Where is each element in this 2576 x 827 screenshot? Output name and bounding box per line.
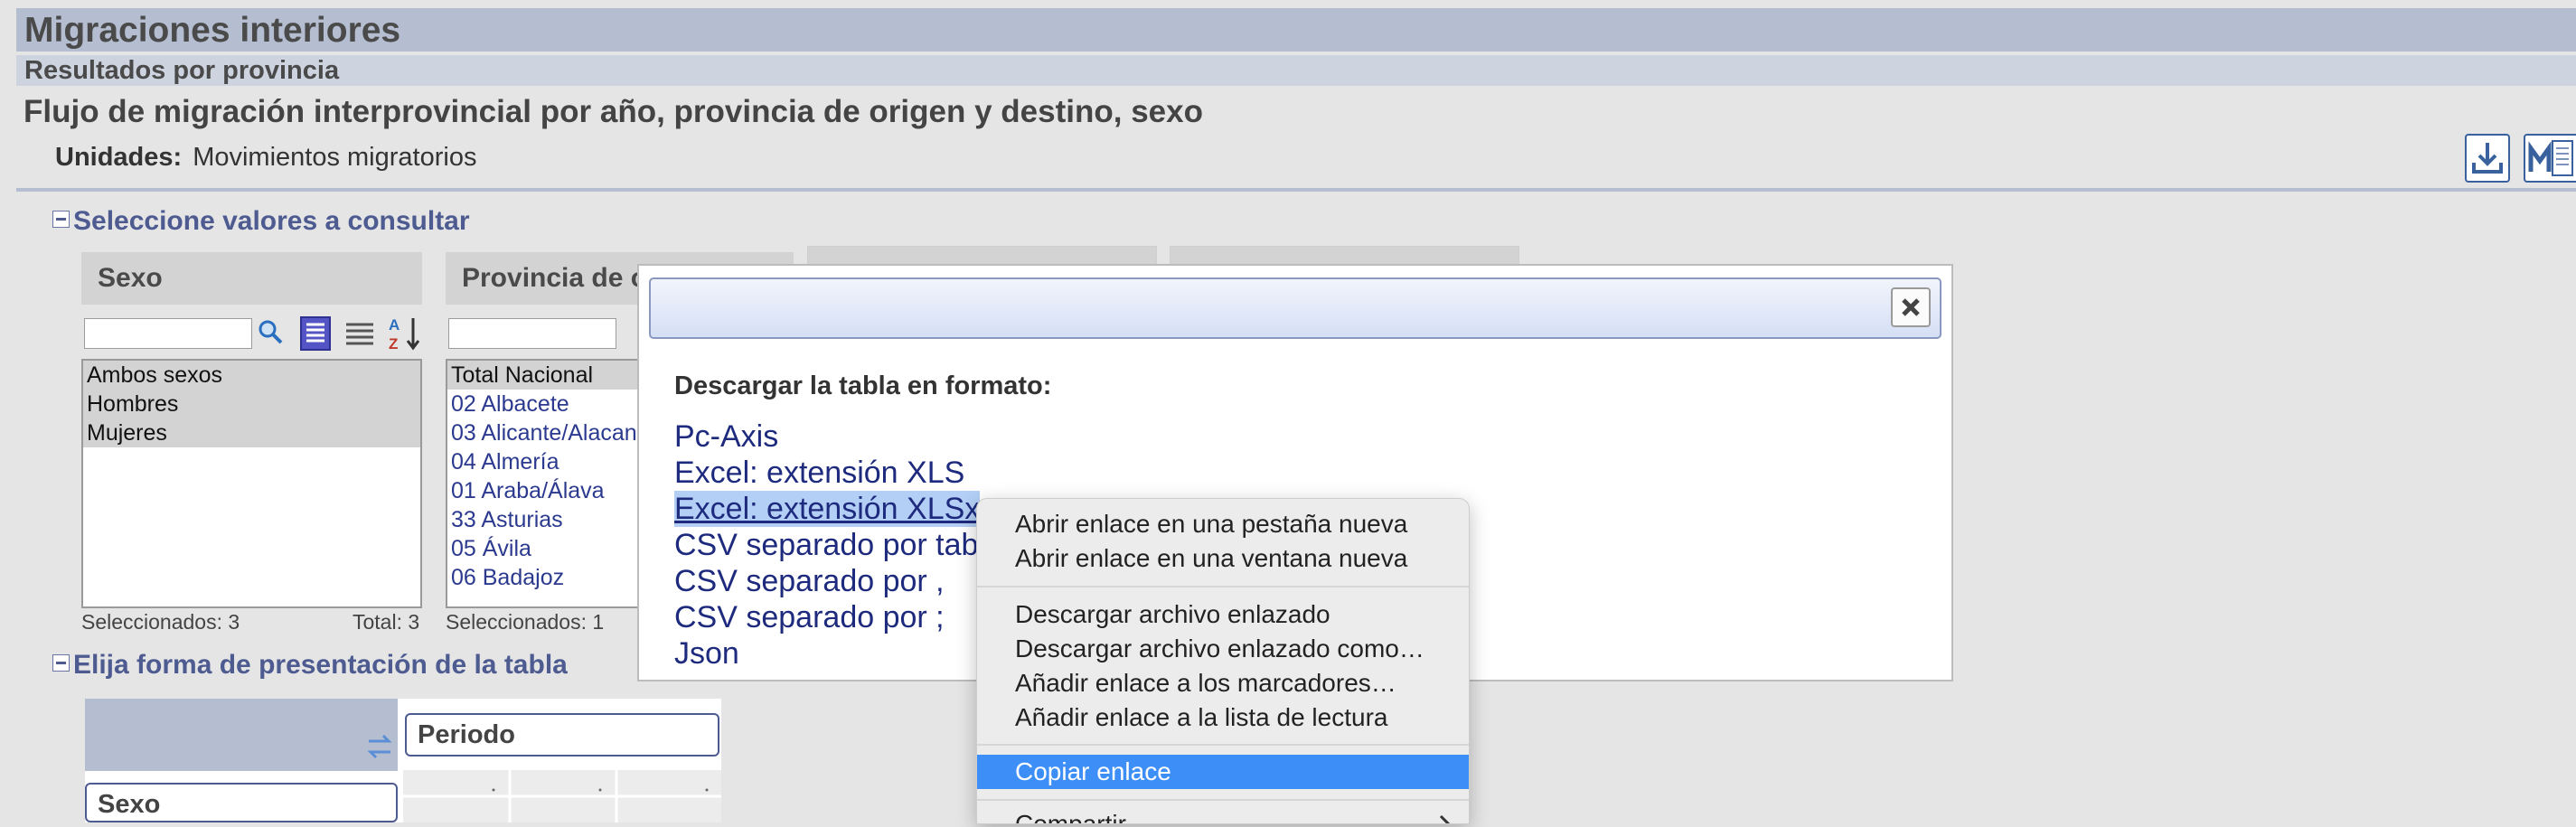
page-title: Migraciones interiores: [24, 11, 401, 50]
menu-item-open-new-window[interactable]: Abrir enlace en una ventana nueva: [977, 541, 1469, 576]
list-item[interactable]: Mujeres: [83, 418, 420, 447]
provincia-selected-count: Seleccionados: 1: [446, 610, 605, 634]
collapse-icon[interactable]: [52, 654, 70, 672]
svg-text:Z: Z: [389, 335, 398, 352]
dialog-titlebar: [649, 277, 1941, 339]
format-link-json[interactable]: Json: [674, 635, 739, 672]
menu-item-add-bookmark[interactable]: Añadir enlace a los marcadores…: [977, 666, 1469, 700]
dialog-heading: Descargar la tabla en formato:: [674, 371, 1052, 400]
sexo-panel-header: Sexo: [81, 252, 422, 305]
periodo-field-pill[interactable]: Periodo: [405, 713, 719, 757]
presentation-section-header[interactable]: Elija forma de presentación de la tabla: [52, 650, 568, 681]
list-item[interactable]: Hombres: [83, 390, 420, 418]
sexo-selected-count: Seleccionados: 3: [81, 610, 240, 634]
selection-section-header[interactable]: Seleccione valores a consultar: [52, 206, 470, 237]
format-link-csv-tab[interactable]: CSV separado por tab: [674, 527, 978, 563]
format-link-csv-semicolon[interactable]: CSV separado por ;: [674, 599, 945, 635]
menu-item-download-linked-file[interactable]: Descargar archivo enlazado: [977, 597, 1469, 632]
metadata-icon: [2528, 140, 2573, 176]
sexo-panel-title: Sexo: [98, 263, 163, 293]
menu-item-add-reading-list[interactable]: Añadir enlace a la lista de lectura: [977, 700, 1469, 735]
format-link-xls[interactable]: Excel: extensión XLS: [674, 455, 964, 491]
title-bar: Migraciones interiores: [16, 8, 2576, 52]
presentation-section-title: Elija forma de presentación de la tabla: [73, 650, 568, 680]
selection-section-title: Seleccione valores a consultar: [73, 206, 470, 236]
presentation-corner: [85, 699, 398, 771]
header-divider: [16, 188, 2576, 192]
format-link-xlsx[interactable]: Excel: extensión XLSx: [674, 491, 981, 527]
sort-az-icon[interactable]: A Z: [387, 315, 423, 352]
menu-separator: [977, 744, 1469, 746]
provincia-search-input[interactable]: [448, 318, 616, 349]
chevron-right-icon: [1439, 814, 1451, 823]
presentation-cells: [403, 770, 721, 822]
list-item[interactable]: Ambos sexos: [83, 361, 420, 390]
sexo-options-list[interactable]: Ambos sexos Hombres Mujeres: [81, 359, 422, 608]
close-icon: [1902, 298, 1920, 316]
menu-item-share[interactable]: Compartir: [977, 807, 1469, 823]
page-subtitle: Resultados por provincia: [24, 56, 340, 85]
provincia-panel-title: Provincia de o: [462, 263, 648, 293]
menu-item-download-linked-file-as[interactable]: Descargar archivo enlazado como…: [977, 632, 1469, 666]
metadata-button[interactable]: [2524, 134, 2576, 183]
search-icon[interactable]: [257, 318, 284, 345]
svg-text:A: A: [389, 316, 400, 334]
dialog-close-button[interactable]: [1891, 287, 1931, 327]
download-button[interactable]: [2465, 134, 2510, 183]
menu-item-open-new-tab[interactable]: Abrir enlace en una pestaña nueva: [977, 507, 1469, 541]
sexo-total-count: Total: 3: [353, 610, 420, 634]
menu-item-copy-link[interactable]: Copiar enlace: [977, 755, 1469, 789]
context-menu: Abrir enlace en una pestaña nueva Abrir …: [976, 498, 1470, 824]
collapse-icon[interactable]: [52, 211, 70, 228]
sexo-field-pill[interactable]: Sexo: [85, 783, 398, 822]
deselect-all-icon[interactable]: [343, 318, 376, 351]
table-title: Flujo de migración interprovincial por a…: [24, 94, 1203, 129]
units-value: Movimientos migratorios: [193, 143, 477, 172]
select-all-icon[interactable]: [300, 316, 331, 351]
download-icon: [2472, 143, 2503, 174]
sexo-search-input[interactable]: [84, 318, 252, 349]
format-link-pcaxis[interactable]: Pc-Axis: [674, 418, 778, 455]
menu-separator: [977, 799, 1469, 801]
format-link-csv-comma[interactable]: CSV separado por ,: [674, 563, 945, 599]
subtitle-bar: Resultados por provincia: [16, 55, 2576, 86]
units-line: Unidades: Movimientos migratorios: [55, 143, 476, 173]
swap-axes-icon[interactable]: [363, 730, 396, 763]
units-label: Unidades:: [55, 143, 183, 172]
menu-separator: [977, 586, 1469, 587]
